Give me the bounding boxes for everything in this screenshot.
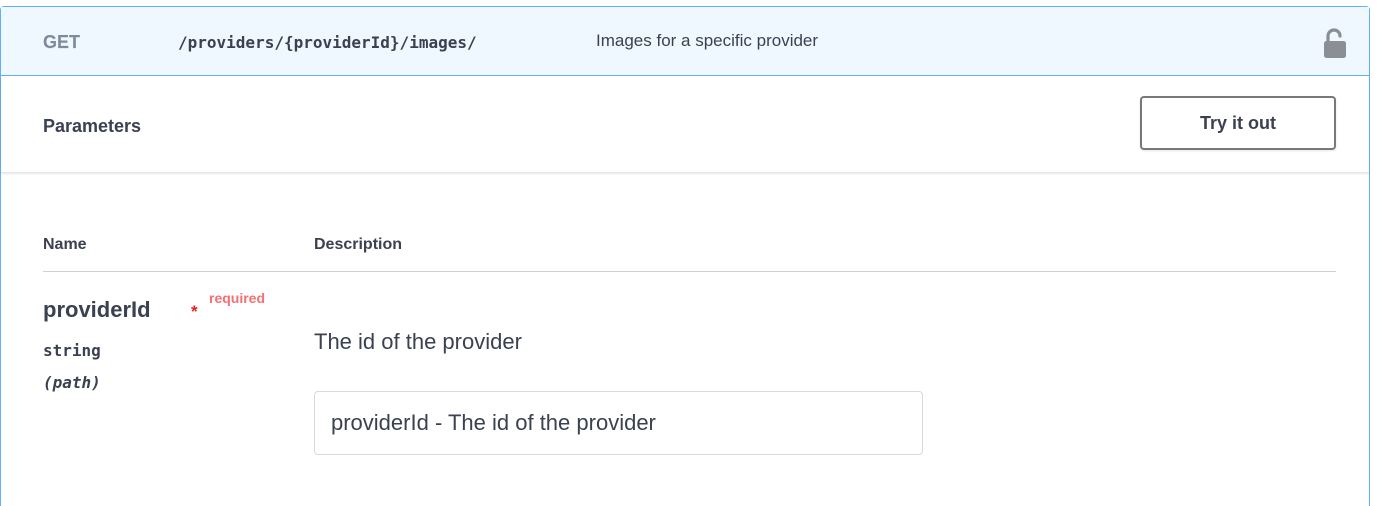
column-header-name: Name	[43, 236, 87, 253]
required-label: required	[209, 290, 266, 306]
try-it-out-button[interactable]: Try it out	[1140, 96, 1336, 150]
parameters-header: Parameters Try it out	[1, 76, 1369, 173]
http-method: GET	[43, 32, 81, 52]
parameter-description: The id of the provider	[314, 329, 522, 354]
endpoint-path: /providers/{providerId}/images/	[178, 33, 477, 52]
parameters-title: Parameters	[43, 116, 142, 136]
column-header-description: Description	[314, 236, 403, 253]
parameter-name: providerId	[43, 297, 151, 322]
operation-summary[interactable]: GET /providers/{providerId}/images/ Imag…	[1, 7, 1369, 76]
parameter-type: string	[43, 341, 101, 360]
operation-description: Images for a specific provider	[596, 31, 819, 50]
required-star-icon: *	[191, 302, 198, 321]
table-header-divider	[43, 271, 1336, 272]
provider-id-input[interactable]	[314, 391, 923, 455]
operation-block: GET /providers/{providerId}/images/ Imag…	[0, 6, 1370, 506]
unlocked-padlock-icon[interactable]	[1323, 27, 1347, 59]
parameter-location: (path)	[43, 373, 101, 392]
